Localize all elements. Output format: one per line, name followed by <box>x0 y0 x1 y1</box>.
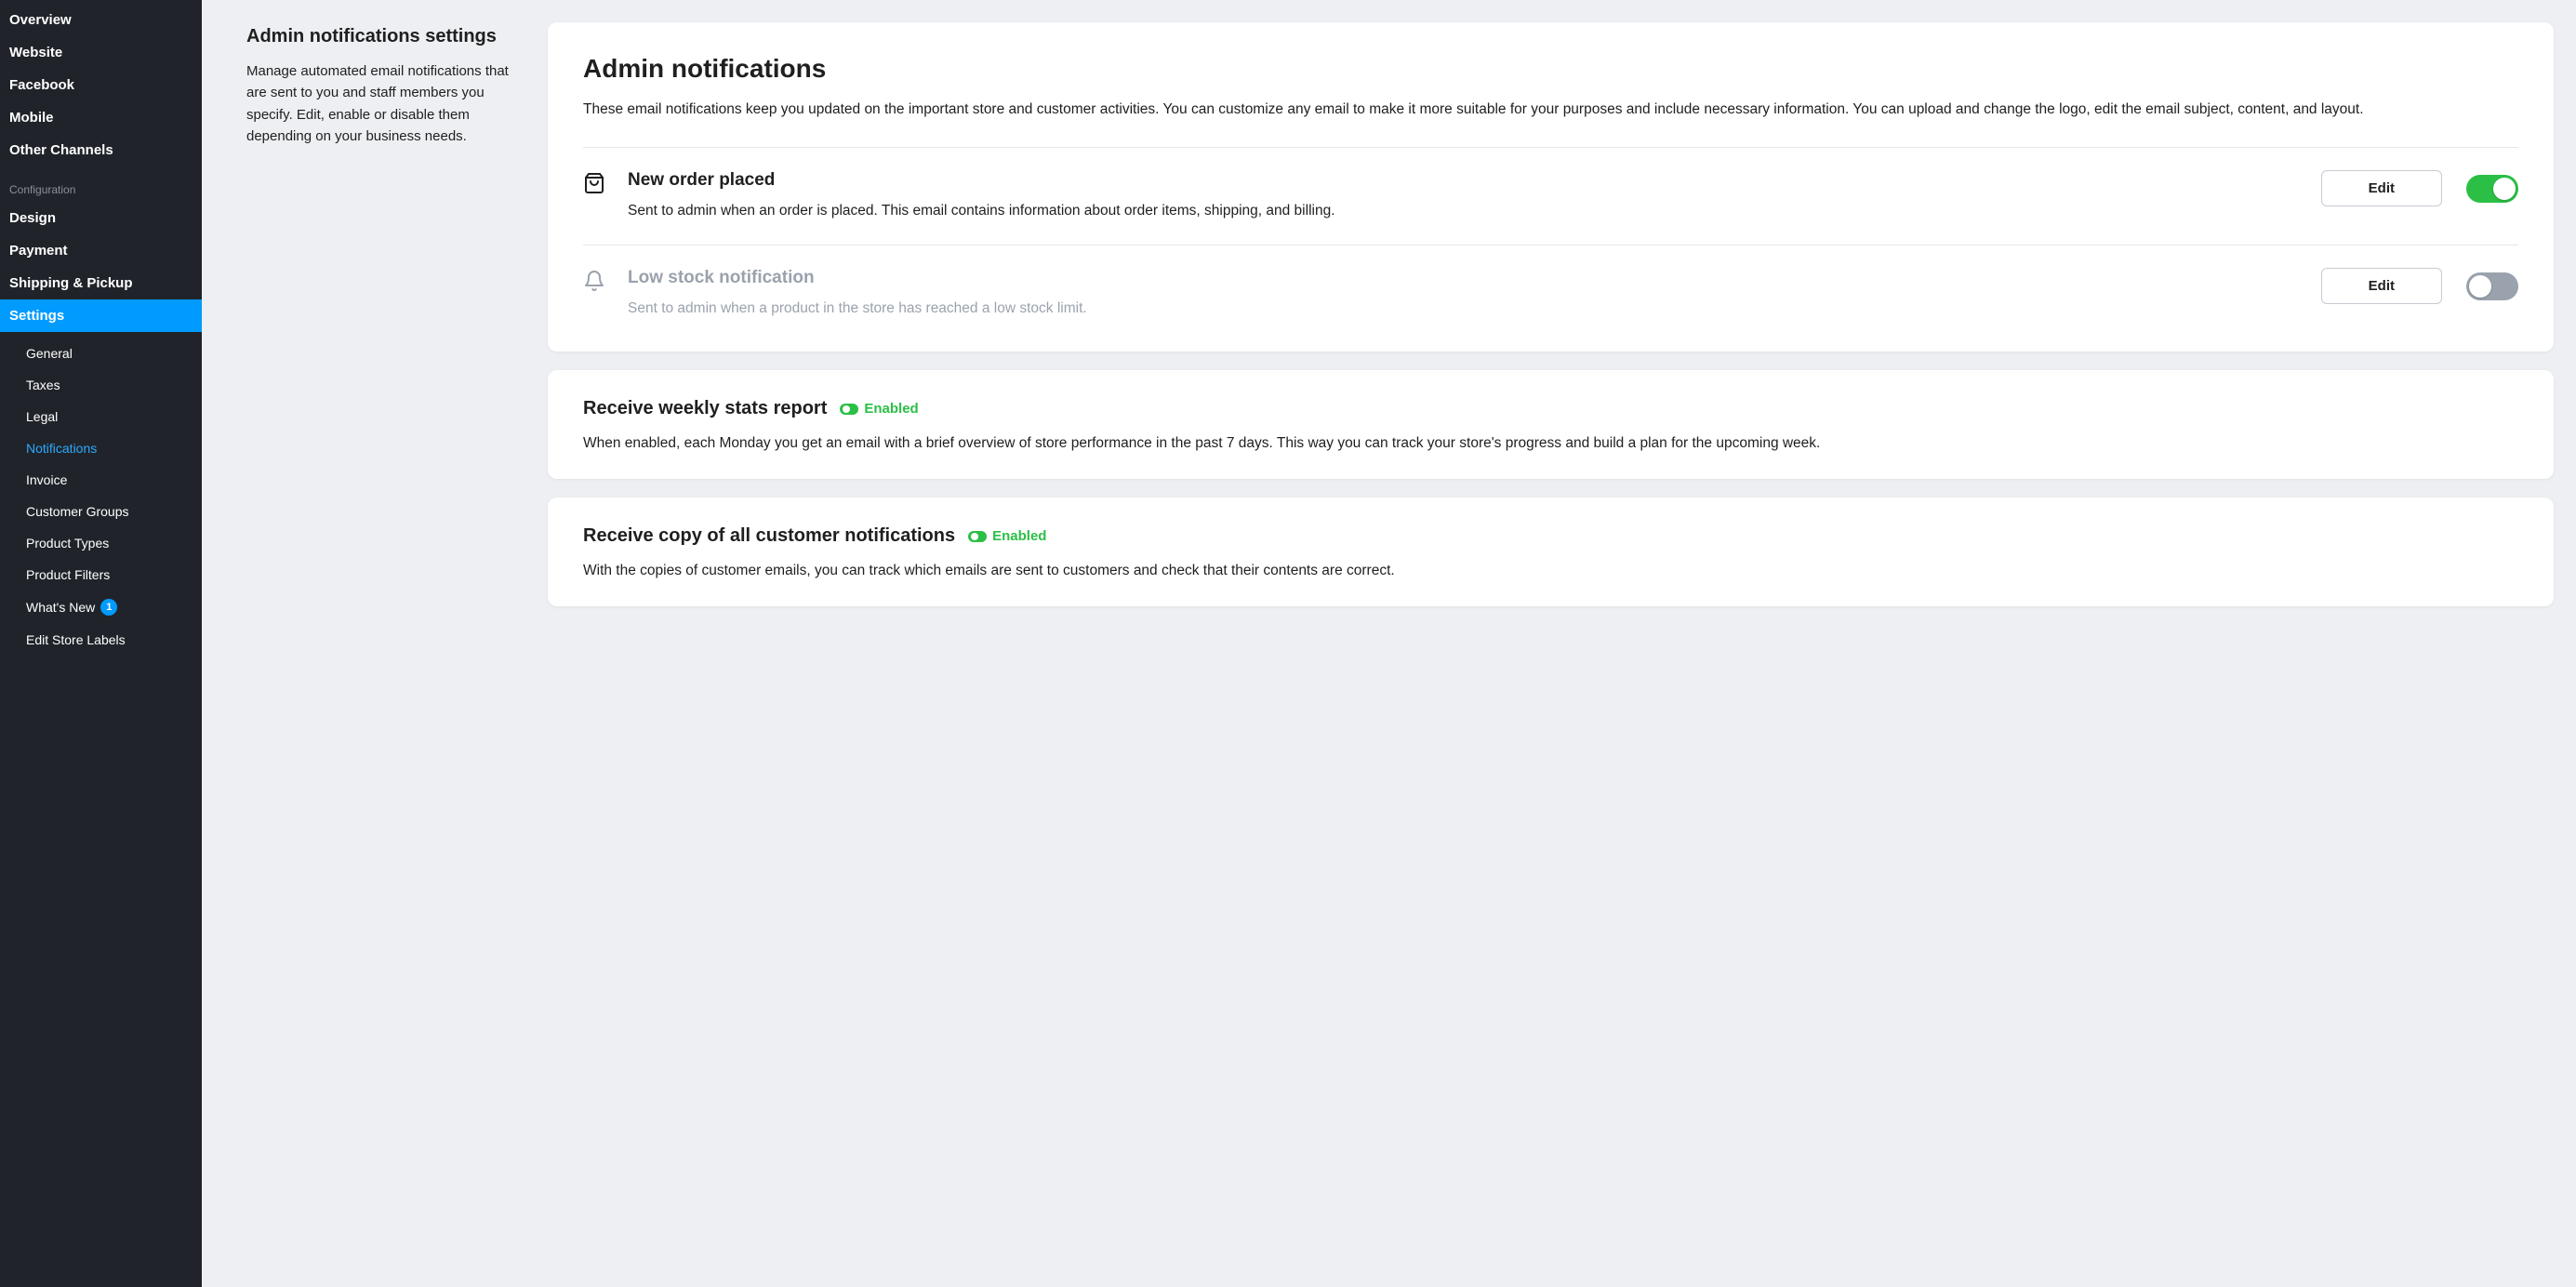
sidebar-item-website[interactable]: Website <box>0 36 202 69</box>
panel-column: Admin notifications These email notifica… <box>548 22 2554 1265</box>
sidebar-item-mobile[interactable]: Mobile <box>0 101 202 134</box>
intro-text: Manage automated email notifications tha… <box>246 60 525 147</box>
notification-title: Low stock notification <box>628 268 2303 288</box>
notification-description: Sent to admin when a product in the stor… <box>628 298 2303 320</box>
intro-column: Admin notifications settings Manage auto… <box>246 22 525 1265</box>
admin-notifications-card: Admin notifications These email notifica… <box>548 22 2554 352</box>
mini-toggle-icon <box>968 531 987 542</box>
notification-row-new-order: New order placed Sent to admin when an o… <box>583 147 2518 245</box>
settings-sub-product-types[interactable]: Product Types <box>0 527 202 559</box>
copy-status-badge[interactable]: Enabled <box>968 528 1046 544</box>
whats-new-badge: 1 <box>100 599 117 616</box>
sidebar-item-other-channels[interactable]: Other Channels <box>0 134 202 166</box>
settings-sub-product-filters[interactable]: Product Filters <box>0 559 202 590</box>
sidebar-item-settings[interactable]: Settings <box>0 299 202 332</box>
sidebar-item-payment[interactable]: Payment <box>0 234 202 267</box>
card-description: These email notifications keep you updat… <box>583 99 2518 147</box>
stats-title: Receive weekly stats report <box>583 398 827 419</box>
settings-sub-legal[interactable]: Legal <box>0 401 202 432</box>
sidebar-item-shipping-pickup[interactable]: Shipping & Pickup <box>0 267 202 299</box>
settings-subnav: General Taxes Legal Notifications Invoic… <box>0 332 202 663</box>
edit-button-low-stock[interactable]: Edit <box>2321 268 2442 304</box>
toggle-new-order[interactable] <box>2466 175 2518 203</box>
sidebar: Overview Website Facebook Mobile Other C… <box>0 0 202 1287</box>
copy-title: Receive copy of all customer notificatio… <box>583 525 955 547</box>
mini-toggle-icon <box>840 404 858 415</box>
notification-row-low-stock: Low stock notification Sent to admin whe… <box>583 245 2518 324</box>
settings-sub-general[interactable]: General <box>0 338 202 369</box>
settings-sub-taxes[interactable]: Taxes <box>0 369 202 401</box>
stats-status-text: Enabled <box>864 401 918 417</box>
copy-notifications-card: Receive copy of all customer notificatio… <box>548 498 2554 606</box>
stats-description: When enabled, each Monday you get an ema… <box>583 432 2518 455</box>
settings-sub-notifications[interactable]: Notifications <box>0 432 202 464</box>
notification-description: Sent to admin when an order is placed. T… <box>628 200 2303 222</box>
card-title: Admin notifications <box>583 54 2518 84</box>
edit-button-new-order[interactable]: Edit <box>2321 170 2442 206</box>
sidebar-item-design[interactable]: Design <box>0 202 202 234</box>
copy-description: With the copies of customer emails, you … <box>583 560 2518 582</box>
copy-status-text: Enabled <box>992 528 1046 544</box>
intro-title: Admin notifications settings <box>246 26 525 47</box>
shopping-bag-icon <box>583 170 611 194</box>
bell-icon <box>583 268 611 292</box>
sidebar-section-label: Configuration <box>0 166 202 202</box>
stats-status-badge[interactable]: Enabled <box>840 401 918 417</box>
settings-sub-label: What's New <box>26 600 95 615</box>
settings-sub-customer-groups[interactable]: Customer Groups <box>0 496 202 527</box>
notification-title: New order placed <box>628 170 2303 191</box>
weekly-stats-card: Receive weekly stats report Enabled When… <box>548 370 2554 479</box>
settings-sub-edit-store-labels[interactable]: Edit Store Labels <box>0 624 202 656</box>
settings-sub-whats-new[interactable]: What's New 1 <box>0 590 202 624</box>
toggle-low-stock[interactable] <box>2466 272 2518 300</box>
settings-sub-invoice[interactable]: Invoice <box>0 464 202 496</box>
sidebar-item-overview[interactable]: Overview <box>0 4 202 36</box>
sidebar-item-facebook[interactable]: Facebook <box>0 69 202 101</box>
content-area: Admin notifications settings Manage auto… <box>202 0 2576 1287</box>
